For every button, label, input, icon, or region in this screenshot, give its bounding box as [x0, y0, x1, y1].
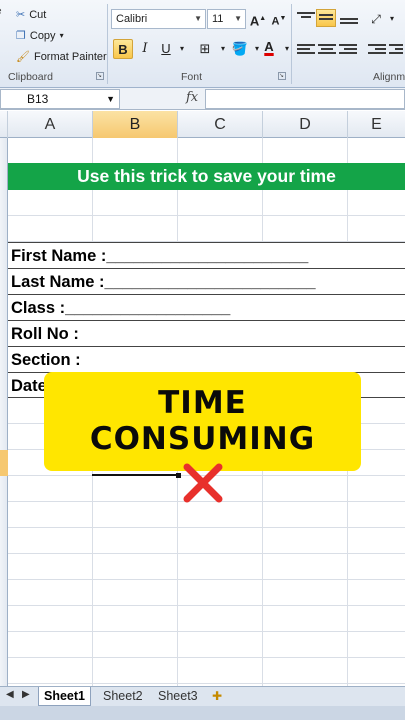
cut-button[interactable]: ✂ Cut — [16, 8, 47, 22]
sheet-tab-bar: ◀ ▶ Sheet1 Sheet2 Sheet3 ✚ — [0, 686, 405, 706]
font-size-select[interactable]: 11 ▼ — [207, 9, 246, 29]
insert-function-icon[interactable]: fx — [186, 90, 198, 105]
tab-sheet3[interactable]: Sheet3 — [153, 687, 203, 706]
overlay-title: TIME CONSUMING — [89, 385, 316, 457]
group-divider — [107, 4, 108, 84]
font-size-value: 11 — [212, 13, 224, 25]
copy-button[interactable]: ❐ Copy ▾ — [16, 29, 64, 43]
column-header-bar: A B C D E — [0, 111, 405, 138]
next-sheet-icon[interactable]: ▶ — [22, 689, 30, 700]
align-center-icon[interactable] — [318, 42, 336, 56]
cross-icon — [183, 463, 222, 503]
tab-sheet2[interactable]: Sheet2 — [98, 687, 148, 706]
font-color-dropdown-icon[interactable]: ▾ — [277, 39, 297, 59]
align-left-icon[interactable] — [297, 42, 315, 56]
insert-sheet-icon[interactable]: ✚ — [207, 687, 229, 706]
prev-sheet-icon[interactable]: ◀ — [6, 689, 14, 700]
column-header-e[interactable]: E — [348, 111, 405, 138]
font-launcher-icon[interactable]: ↘ — [278, 72, 286, 80]
clipboard-group-label: Clipboard — [8, 71, 53, 83]
increase-indent-icon[interactable] — [389, 42, 403, 56]
copy-label: Copy — [29, 29, 56, 42]
clipboard-launcher-icon[interactable]: ↘ — [96, 72, 104, 80]
formula-input[interactable] — [205, 89, 405, 109]
chevron-down-icon: ▼ — [194, 14, 202, 23]
column-header-d[interactable]: D — [263, 111, 348, 138]
chevron-down-icon: ▼ — [234, 14, 242, 23]
form-row-roll-no[interactable]: Roll No : — [8, 320, 405, 346]
orientation-dropdown-icon[interactable]: ▾ — [382, 9, 402, 29]
borders-icon[interactable]: ⊞ — [195, 39, 215, 59]
italic-button[interactable]: I — [135, 39, 155, 59]
copy-icon: ❐ — [16, 30, 26, 42]
name-box[interactable]: B13 ▼ — [0, 89, 120, 109]
decrease-indent-icon[interactable] — [368, 42, 386, 56]
font-color-icon[interactable]: A — [259, 37, 279, 57]
banner-row[interactable]: Use this trick to save your time — [8, 163, 405, 190]
align-right-icon[interactable] — [339, 42, 357, 56]
cut-label: Cut — [29, 8, 47, 21]
group-divider — [291, 4, 292, 84]
format-painter-label: Format Painter — [33, 50, 107, 63]
row-header-bar[interactable] — [0, 138, 8, 688]
time-consuming-overlay: TIME CONSUMING — [44, 372, 361, 503]
paste-button-partial[interactable]: e — [0, 6, 2, 17]
alignment-group-label: Alignm — [373, 71, 405, 83]
format-painter-button[interactable]: 🖌 Format Painter — [16, 50, 107, 64]
ribbon: e ✂ Cut ❐ Copy ▾ 🖌 Format Painter Clipbo… — [0, 0, 405, 88]
shrink-font-button[interactable]: A▼ — [269, 9, 289, 29]
selected-row-header[interactable] — [0, 450, 8, 476]
grow-font-button[interactable]: A▲ — [248, 9, 268, 29]
tab-sheet1[interactable]: Sheet1 — [38, 687, 91, 706]
top-align-icon[interactable] — [297, 10, 315, 24]
paintbrush-icon: 🖌 — [16, 51, 30, 63]
bold-button[interactable]: B — [113, 39, 133, 59]
font-name-value: Calibri — [116, 13, 148, 25]
status-bar — [0, 706, 405, 720]
column-header-a[interactable]: A — [8, 111, 93, 138]
form-row-class[interactable]: Class :__________________ — [8, 294, 405, 320]
chevron-down-icon: ▼ — [106, 94, 115, 104]
font-name-select[interactable]: Calibri ▼ — [111, 9, 206, 29]
bottom-align-icon[interactable] — [340, 12, 358, 26]
column-header-c[interactable]: C — [178, 111, 263, 138]
form-row-section[interactable]: Section : — [8, 346, 405, 372]
column-header-b[interactable]: B — [93, 111, 178, 138]
select-all-corner[interactable] — [0, 111, 8, 138]
font-group-label: Font — [181, 71, 203, 83]
chevron-down-icon: ▾ — [59, 31, 64, 40]
middle-align-icon[interactable] — [316, 9, 336, 27]
name-box-value: B13 — [27, 92, 49, 106]
formula-bar: B13 ▼ fx — [0, 88, 405, 110]
underline-dropdown-icon[interactable]: ▾ — [172, 39, 192, 59]
form-row-first-name[interactable]: First Name :______________________ — [8, 242, 405, 268]
form-row-last-name[interactable]: Last Name :_______________________ — [8, 268, 405, 294]
scissors-icon: ✂ — [16, 9, 26, 21]
